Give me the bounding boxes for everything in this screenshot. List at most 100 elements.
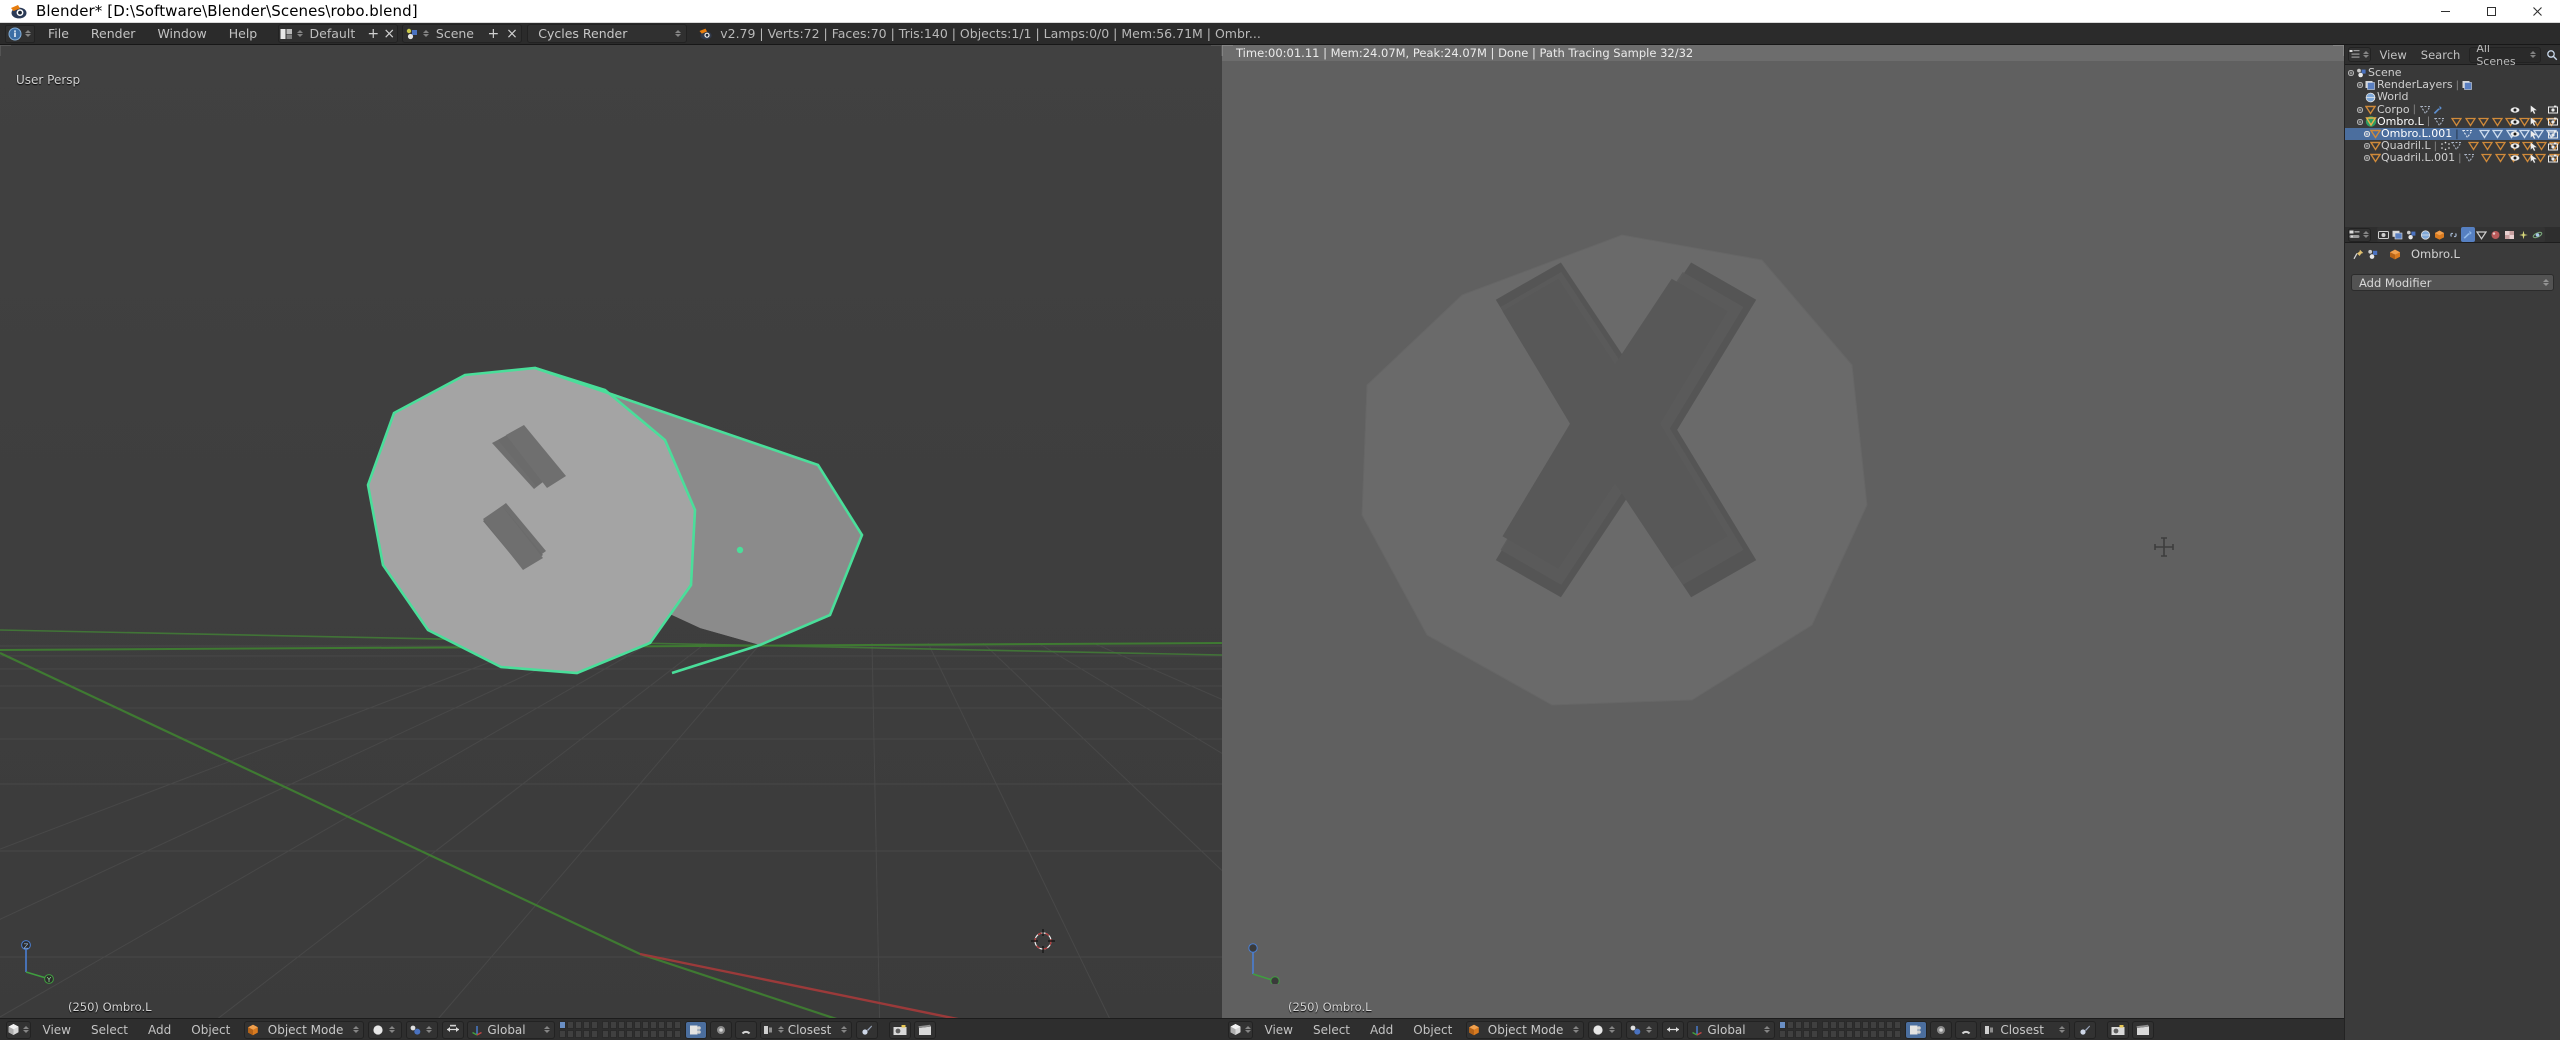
tab-material[interactable] — [2489, 227, 2503, 242]
mesh-triangle-icon[interactable] — [2478, 117, 2490, 127]
render-animation-button[interactable] — [2131, 1020, 2154, 1039]
render-animation-button[interactable] — [913, 1020, 936, 1039]
tab-render-layers[interactable] — [2391, 227, 2405, 242]
render-result-canvas[interactable] — [1222, 45, 2344, 1040]
render-image-button[interactable] — [888, 1020, 911, 1039]
shading-arrows[interactable] — [1609, 1026, 1616, 1033]
mesh-triangle-icon[interactable] — [2495, 141, 2506, 151]
transform-orientation-selector[interactable]: Global — [467, 1020, 556, 1039]
camera-render-icon[interactable] — [2548, 129, 2558, 139]
area-corner-top-right[interactable] — [1211, 45, 1222, 56]
scene-datablock[interactable]: Scene + × — [402, 24, 523, 43]
render-engine-arrows[interactable] — [675, 30, 682, 37]
tab-object[interactable] — [2433, 227, 2447, 242]
delete-scene-button[interactable]: × — [503, 24, 522, 43]
pivot-arrows[interactable] — [426, 1026, 433, 1033]
camera-render-icon[interactable] — [2548, 117, 2558, 127]
texture-paint-toggle[interactable] — [2073, 1020, 2096, 1039]
render-engine-selector[interactable]: Cycles Render — [527, 24, 688, 43]
mesh-triangle-icon[interactable] — [2468, 141, 2479, 151]
interaction-mode-selector[interactable]: Object Mode — [244, 1020, 365, 1039]
tab-particles[interactable] — [2517, 227, 2531, 242]
viewport-3d[interactable]: User Persp Z Y (250) Ombro.L View Select… — [0, 45, 1222, 1040]
camera-render-icon[interactable] — [2548, 141, 2558, 151]
editor-type-arrows[interactable] — [23, 1026, 29, 1033]
tab-modifiers[interactable] — [2460, 227, 2475, 242]
outliner-editor[interactable]: View Search All Scenes Scene RenderLayer… — [2345, 45, 2560, 227]
mesh-data-icon[interactable] — [2419, 105, 2431, 115]
cursor-select-icon[interactable] — [2529, 129, 2539, 139]
snap-magnet-toggle[interactable] — [1954, 1020, 1977, 1039]
orientation-arrows[interactable] — [544, 1026, 551, 1033]
tree-expand-icon[interactable] — [2356, 106, 2364, 113]
tree-expand-icon[interactable] — [2356, 118, 2364, 125]
texture-paint-toggle[interactable] — [855, 1020, 878, 1039]
menu-view[interactable]: View — [1255, 1019, 1303, 1040]
transform-orientation-selector[interactable]: Global — [1687, 1020, 1776, 1039]
mesh-triangle-icon[interactable] — [2451, 117, 2463, 127]
menu-add[interactable]: Add — [138, 1019, 181, 1040]
menu-render[interactable]: Render — [80, 23, 147, 45]
editor-type-selector[interactable] — [1228, 1020, 1253, 1039]
menu-view[interactable]: View — [2373, 45, 2414, 65]
maximize-button[interactable] — [2468, 0, 2514, 23]
menu-object[interactable]: Object — [181, 1019, 240, 1040]
mesh-data-icon[interactable] — [2464, 153, 2476, 163]
tab-render[interactable] — [2377, 227, 2391, 242]
layers-grid-second[interactable] — [602, 1021, 682, 1038]
menu-help[interactable]: Help — [218, 23, 269, 45]
manipulator-toggle[interactable] — [441, 1020, 464, 1039]
menu-select[interactable]: Select — [81, 1019, 138, 1040]
snap-target-arrows[interactable] — [777, 1026, 784, 1033]
minimize-button[interactable] — [2422, 0, 2468, 23]
close-button[interactable] — [2514, 0, 2560, 23]
snap-target-arrows-right[interactable] — [841, 1026, 848, 1033]
cursor-select-icon[interactable] — [2529, 117, 2539, 127]
screen-layout-arrows[interactable] — [296, 30, 303, 37]
camera-render-icon[interactable] — [2548, 105, 2558, 115]
tree-expand-icon[interactable] — [2356, 82, 2364, 89]
orange-cube-icon[interactable] — [2386, 249, 2404, 260]
scene-name[interactable]: Scene — [430, 26, 484, 41]
tab-world[interactable] — [2419, 227, 2433, 242]
snap-target-selector[interactable]: Closest — [760, 1020, 853, 1039]
screen-layout-name[interactable]: Default — [304, 26, 366, 41]
menu-add[interactable]: Add — [1360, 1019, 1403, 1040]
mesh-triangle-icon[interactable] — [2492, 129, 2504, 139]
mesh-data-icon[interactable] — [2433, 117, 2445, 127]
editor-type-selector[interactable] — [2348, 47, 2371, 62]
display-mode-selector[interactable]: All Scenes — [2469, 45, 2541, 68]
manipulator-toggle[interactable] — [1661, 1020, 1684, 1039]
interaction-mode-arrows[interactable] — [353, 1026, 360, 1033]
magnifier-icon[interactable] — [2543, 46, 2560, 63]
scene-datablock-arrows[interactable] — [422, 30, 429, 37]
mesh-triangle-icon[interactable] — [2464, 117, 2476, 127]
render-image-button[interactable] — [2106, 1020, 2129, 1039]
lock-camera-to-view-toggle[interactable] — [1904, 1020, 1927, 1039]
menu-select[interactable]: Select — [1303, 1019, 1360, 1040]
mesh-triangle-icon[interactable] — [2481, 153, 2493, 164]
eye-icon[interactable] — [2510, 141, 2520, 151]
tab-data[interactable] — [2475, 227, 2489, 242]
tab-texture[interactable] — [2503, 227, 2517, 242]
scene-datablock-icon[interactable] — [2365, 249, 2380, 260]
viewport-shading-selector[interactable] — [1588, 1020, 1623, 1039]
mesh-data-icon[interactable] — [2451, 141, 2462, 151]
tab-physics[interactable] — [2531, 227, 2545, 242]
tab-constraints[interactable] — [2447, 227, 2461, 242]
mesh-triangle-icon[interactable] — [2491, 117, 2503, 127]
viewport-shading-selector[interactable] — [368, 1020, 403, 1039]
outliner-row-quadril-l-001[interactable]: Quadril.L.001 | — [2345, 152, 2560, 164]
editor-type-arrows[interactable] — [1245, 1026, 1251, 1033]
interaction-mode-arrows[interactable] — [1573, 1026, 1580, 1033]
cursor-select-icon[interactable] — [2529, 105, 2539, 115]
orientation-arrows[interactable] — [1764, 1026, 1771, 1033]
editor-type-selector[interactable] — [6, 1020, 31, 1039]
menu-window[interactable]: Window — [146, 23, 217, 45]
pivot-point-selector[interactable] — [1626, 1020, 1659, 1039]
eye-icon[interactable] — [2510, 129, 2520, 139]
renderlayers-data-icon[interactable] — [2462, 80, 2474, 91]
editor-type-selector[interactable] — [5, 24, 35, 43]
mesh-triangle-icon[interactable] — [2478, 129, 2490, 139]
pivot-arrows[interactable] — [1646, 1026, 1653, 1033]
